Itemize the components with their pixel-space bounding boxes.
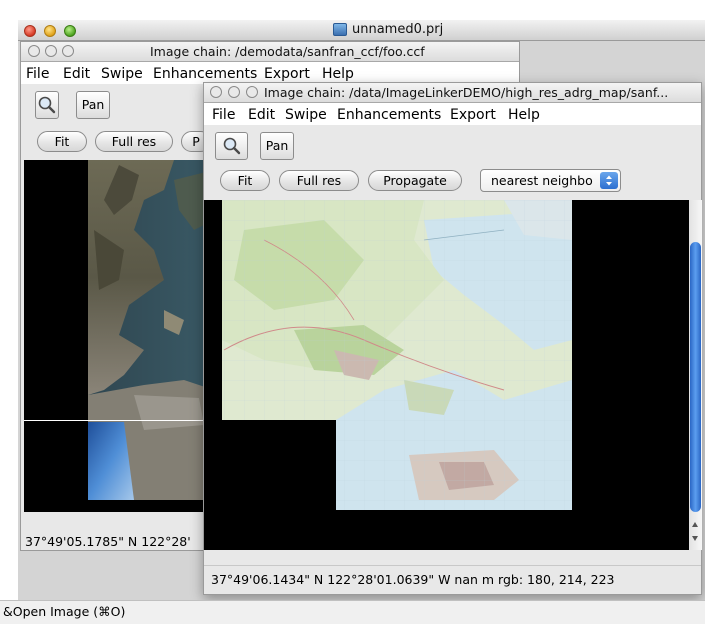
window2-menu-help[interactable]: Help bbox=[508, 107, 540, 123]
up-down-arrows-icon bbox=[600, 172, 618, 189]
magnifier-icon bbox=[38, 96, 56, 114]
window2-zoom-tool-button[interactable] bbox=[215, 132, 248, 160]
window2-menu-swipe[interactable]: Swipe bbox=[285, 107, 327, 123]
window1-pan-button[interactable]: Pan bbox=[76, 91, 110, 119]
window1-status-coordinates: 37°49'05.1785" N 122°28' bbox=[25, 534, 191, 549]
window1-menu-swipe[interactable]: Swipe bbox=[101, 66, 143, 82]
window2-full-res-button[interactable]: Full res bbox=[279, 170, 359, 191]
window1-menu-export[interactable]: Export bbox=[264, 66, 310, 82]
window2-fit-button[interactable]: Fit bbox=[220, 170, 270, 191]
window2-close-icon[interactable] bbox=[210, 86, 222, 98]
window1-menu-enhancements[interactable]: Enhancements bbox=[153, 66, 257, 82]
window1-menu-help[interactable]: Help bbox=[322, 66, 354, 82]
window2-vertical-scrollbar[interactable] bbox=[689, 200, 702, 550]
window1-full-res-button[interactable]: Full res bbox=[95, 131, 173, 152]
window2-menu-edit[interactable]: Edit bbox=[248, 107, 275, 123]
project-minimize-icon[interactable] bbox=[44, 25, 56, 37]
window2-menu-enhancements[interactable]: Enhancements bbox=[337, 107, 441, 123]
project-close-icon[interactable] bbox=[24, 25, 36, 37]
app-status-text: &Open Image (⌘O) bbox=[3, 604, 126, 619]
magnifier-icon bbox=[223, 137, 240, 155]
window2-menu-export[interactable]: Export bbox=[450, 107, 496, 123]
project-window-title: unnamed0.prj bbox=[352, 22, 444, 37]
satellite-image bbox=[88, 160, 214, 500]
window2-scrollbar-thumb[interactable] bbox=[690, 242, 701, 512]
topographic-map bbox=[222, 200, 689, 550]
scroll-up-arrow-icon[interactable] bbox=[692, 522, 698, 527]
scroll-down-arrow-icon[interactable] bbox=[692, 536, 698, 541]
swipe-line[interactable] bbox=[24, 420, 214, 421]
window2-status-coordinates: 37°49'06.1434" N 122°28'01.0639" W nan m… bbox=[211, 572, 615, 587]
window2-image-canvas[interactable] bbox=[204, 200, 689, 550]
window1-minimize-icon[interactable] bbox=[45, 45, 57, 57]
window1-fit-button[interactable]: Fit bbox=[37, 131, 87, 152]
resampler-select-value: nearest neighbo bbox=[491, 173, 593, 188]
project-file-icon bbox=[333, 23, 347, 36]
window2-pan-label: Pan bbox=[265, 138, 289, 153]
window2-zoom-icon[interactable] bbox=[246, 86, 258, 98]
window1-close-icon[interactable] bbox=[28, 45, 40, 57]
window1-pan-label: Pan bbox=[81, 97, 105, 112]
window2-minimize-icon[interactable] bbox=[228, 86, 240, 98]
window1-menu-file[interactable]: File bbox=[26, 66, 49, 82]
window1-menu-edit[interactable]: Edit bbox=[63, 66, 90, 82]
window2-title: Image chain: /data/ImageLinkerDEMO/high_… bbox=[264, 85, 669, 100]
window2-menu-file[interactable]: File bbox=[212, 107, 235, 123]
window1-title: Image chain: /demodata/sanfran_ccf/foo.c… bbox=[150, 44, 425, 59]
window1-zoom-tool-button[interactable] bbox=[35, 91, 59, 119]
window1-image-canvas[interactable] bbox=[24, 160, 214, 512]
window2-pan-button[interactable]: Pan bbox=[260, 132, 294, 160]
window2-propagate-button[interactable]: Propagate bbox=[368, 170, 462, 191]
project-zoom-icon[interactable] bbox=[64, 25, 76, 37]
resampler-select[interactable]: nearest neighbo bbox=[480, 169, 621, 192]
window1-zoom-icon[interactable] bbox=[62, 45, 74, 57]
